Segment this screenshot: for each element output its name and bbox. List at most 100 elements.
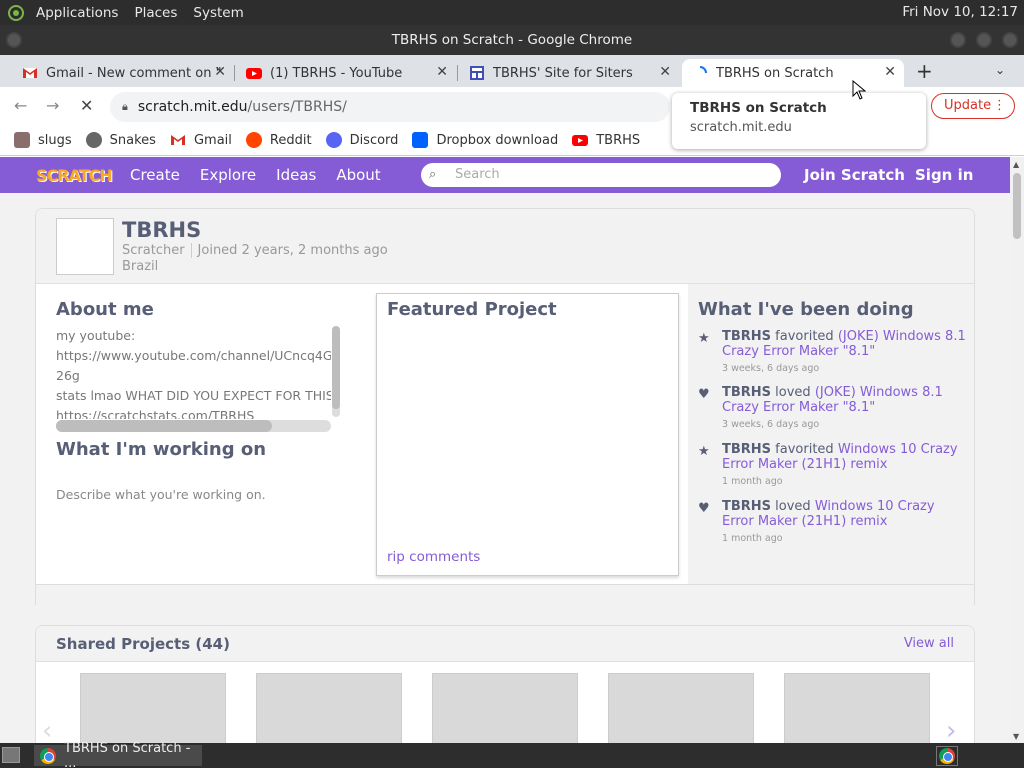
window-title: TBRHS on Scratch - Google Chrome xyxy=(391,32,633,48)
nav-create[interactable]: Create xyxy=(130,166,180,184)
activity-heading: What I've been doing xyxy=(698,299,914,320)
about-line: 26g xyxy=(56,368,80,383)
nav-ideas[interactable]: Ideas xyxy=(276,166,316,184)
forward-arrow-icon[interactable]: → xyxy=(46,96,59,115)
back-arrow-icon[interactable]: ← xyxy=(14,96,27,115)
bookmark-gmail[interactable]: Gmail xyxy=(170,132,232,148)
tab-title: TBRHS' Site for Siters xyxy=(493,65,633,81)
gmail-icon xyxy=(170,135,185,145)
new-tab-icon[interactable]: + xyxy=(916,59,933,83)
profile-header: TBRHS Scratcher Joined 2 years, 2 months … xyxy=(36,209,974,284)
featured-project-link[interactable]: rip comments xyxy=(387,549,480,565)
youtube-icon xyxy=(572,135,589,146)
project-thumbnail[interactable] xyxy=(80,673,226,743)
sign-in-link[interactable]: Sign in xyxy=(915,166,973,184)
places-menu[interactable]: Places xyxy=(126,5,185,21)
activity-user[interactable]: TBRHS xyxy=(722,442,771,457)
bookmark-label: Dropbox download xyxy=(436,132,559,148)
activity-time: 1 month ago xyxy=(722,533,783,544)
close-tab-icon[interactable]: ✕ xyxy=(214,64,226,80)
scroll-down-icon[interactable]: ▼ xyxy=(1013,732,1019,741)
bookmark-discord[interactable]: Discord xyxy=(325,132,398,148)
window-titlebar[interactable]: TBRHS on Scratch - Google Chrome xyxy=(0,25,1024,55)
about-horizontal-scrollbar[interactable] xyxy=(56,420,331,432)
page-viewport: SCRATCH Create Explore Ideas About ⌕ Sea… xyxy=(0,157,1024,743)
url-path: /users/TBRHS/ xyxy=(247,99,347,115)
activity-time: 1 month ago xyxy=(722,476,783,487)
bookmark-reddit[interactable]: Reddit xyxy=(245,132,312,148)
close-tab-icon[interactable]: ✕ xyxy=(659,64,671,80)
activity-verb: favorited xyxy=(775,329,834,344)
scrollbar-thumb[interactable] xyxy=(1013,173,1021,239)
nav-about[interactable]: About xyxy=(336,166,380,184)
project-thumbnail[interactable] xyxy=(432,673,578,743)
working-on-text: Describe what you're working on. xyxy=(56,487,266,502)
bookmark-snakes[interactable]: Snakes xyxy=(85,132,156,148)
gmail-icon xyxy=(23,68,37,78)
nav-explore[interactable]: Explore xyxy=(200,166,256,184)
tab-title: TBRHS on Scratch xyxy=(716,65,834,81)
system-menu[interactable]: System xyxy=(185,5,251,21)
close-tab-icon[interactable]: ✕ xyxy=(436,64,448,80)
close-window-button[interactable] xyxy=(1002,32,1018,48)
view-all-link[interactable]: View all xyxy=(904,636,954,651)
project-thumbnail[interactable] xyxy=(784,673,930,743)
workspace-switcher[interactable] xyxy=(936,746,958,766)
bookmark-label: Reddit xyxy=(269,132,312,148)
search-icon: ⌕ xyxy=(429,167,437,182)
lock-icon[interactable]: 🔒︎ xyxy=(122,100,128,114)
bookmark-dropbox[interactable]: Dropbox download xyxy=(412,132,558,148)
tab-search-chevron-icon[interactable]: ⌄ xyxy=(995,63,1005,77)
join-date: Joined 2 years, 2 months ago xyxy=(197,243,388,258)
scratch-navbar: SCRATCH Create Explore Ideas About ⌕ Sea… xyxy=(0,157,1010,193)
tab-gmail[interactable]: Gmail - New comment on " ✕ xyxy=(12,59,234,87)
update-button[interactable]: Update ⋮ xyxy=(931,93,1015,119)
tab-scratch-active[interactable]: TBRHS on Scratch ✕ xyxy=(682,59,904,87)
desktop-taskbar: TBRHS on Scratch - ... xyxy=(0,741,1024,771)
bookmark-tbrhs[interactable]: TBRHS xyxy=(572,132,640,148)
tab-title: Gmail - New comment on " xyxy=(46,65,222,81)
show-desktop-icon[interactable] xyxy=(2,747,20,763)
activity-time: 3 weeks, 6 days ago xyxy=(722,419,820,430)
about-vertical-scrollbar[interactable] xyxy=(332,326,340,417)
minimize-button[interactable] xyxy=(950,32,966,48)
scroll-up-icon[interactable]: ▲ xyxy=(1013,160,1019,169)
page-scrollbar[interactable]: ▲ ▼ xyxy=(1010,157,1024,743)
activity-user[interactable]: TBRHS xyxy=(722,385,771,400)
applications-menu[interactable]: Applications xyxy=(28,5,126,21)
about-line: my youtube: xyxy=(56,328,136,343)
star-icon: ★ xyxy=(698,444,710,459)
about-me-text[interactable]: my youtube: https://www.youtube.com/chan… xyxy=(56,326,331,419)
clock[interactable]: Fri Nov 10, 12:17 xyxy=(902,4,1018,20)
maximize-button[interactable] xyxy=(976,32,992,48)
slugs-icon xyxy=(14,132,30,148)
activity-verb: favorited xyxy=(775,442,834,457)
join-scratch-link[interactable]: Join Scratch xyxy=(804,166,905,184)
stop-loading-icon[interactable]: ✕ xyxy=(80,96,93,115)
bookmark-slugs[interactable]: slugs xyxy=(14,132,72,148)
featured-project-heading: Featured Project xyxy=(387,299,557,320)
activity-user[interactable]: TBRHS xyxy=(722,499,771,514)
search-input[interactable]: ⌕ Search xyxy=(421,163,781,187)
taskbar-chrome-window[interactable]: TBRHS on Scratch - ... xyxy=(34,741,202,771)
carousel-prev-icon[interactable]: ‹ xyxy=(42,716,52,743)
carousel-next-icon[interactable]: › xyxy=(946,716,956,743)
tab-title: (1) TBRHS - YouTube xyxy=(270,65,403,81)
shared-projects-title: Shared Projects (44) xyxy=(56,635,230,653)
distro-logo-icon[interactable] xyxy=(8,4,24,21)
close-tab-icon[interactable]: ✕ xyxy=(884,64,896,80)
user-country: Brazil xyxy=(122,259,159,274)
project-thumbnail[interactable] xyxy=(608,673,754,743)
window-menu-button[interactable] xyxy=(6,32,22,48)
youtube-icon xyxy=(246,68,262,79)
project-thumbnail[interactable] xyxy=(256,673,402,743)
tab-sites[interactable]: TBRHS' Site for Siters ✕ xyxy=(459,59,679,87)
activity-verb: loved xyxy=(775,385,811,400)
globe-icon xyxy=(85,132,102,148)
user-meta: Scratcher Joined 2 years, 2 months ago xyxy=(122,243,388,258)
activity-user[interactable]: TBRHS xyxy=(722,329,771,344)
tab-youtube[interactable]: (1) TBRHS - YouTube ✕ xyxy=(236,59,456,87)
address-bar[interactable]: 🔒︎ scratch.mit.edu/users/TBRHS/ xyxy=(110,92,670,122)
reddit-icon xyxy=(245,132,262,148)
scratch-logo[interactable]: SCRATCH xyxy=(36,166,113,185)
